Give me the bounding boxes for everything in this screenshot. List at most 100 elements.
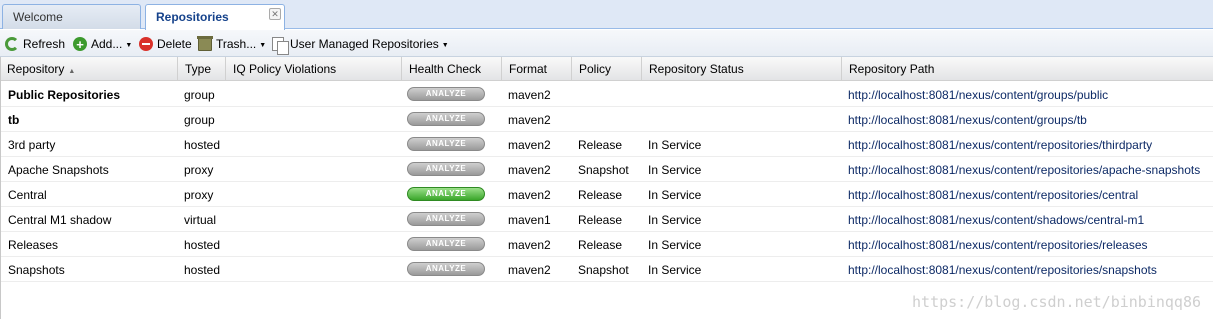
column-header-policy[interactable]: Policy [572, 57, 642, 81]
column-header-type-label: Type [185, 62, 212, 76]
table-row[interactable]: Central M1 shadow virtual ANALYZE maven1… [0, 207, 1213, 232]
repository-path-link[interactable]: http://localhost:8081/nexus/content/repo… [840, 157, 1200, 182]
refresh-button[interactable]: Refresh [5, 34, 65, 54]
repository-name: Snapshots [8, 263, 65, 277]
repository-policy: Release [578, 238, 623, 252]
repository-path-link[interactable]: http://localhost:8081/nexus/content/shad… [840, 207, 1144, 232]
repository-format: maven2 [508, 263, 551, 277]
repository-type: hosted [184, 138, 221, 152]
analyze-button[interactable]: ANALYZE [407, 137, 485, 151]
delete-icon [139, 37, 153, 51]
close-icon[interactable]: ✕ [269, 8, 281, 20]
repository-format: maven2 [508, 188, 551, 202]
repository-policy: Release [578, 188, 623, 202]
table-row[interactable]: Releases hosted ANALYZE maven2 Release I… [0, 232, 1213, 257]
repository-policy: Snapshot [578, 163, 629, 177]
repository-format: maven2 [508, 238, 551, 252]
analyze-button[interactable]: ANALYZE [407, 87, 485, 101]
refresh-icon [5, 37, 19, 51]
tab-welcome[interactable]: Welcome [2, 4, 141, 29]
column-header-health-label: Health Check [409, 62, 482, 76]
toolbar: Refresh + Add... ▼ Delete Trash... ▼ Use… [0, 30, 1213, 57]
column-header-repository-path[interactable]: Repository Path [842, 57, 1213, 81]
pages-icon [272, 37, 289, 55]
repository-type: group [184, 113, 215, 127]
column-header-repository[interactable]: Repository ▲ [0, 57, 178, 81]
grid-left-border [0, 57, 1, 319]
column-header-iq-label: IQ Policy Violations [233, 62, 337, 76]
repository-name: Central [8, 188, 47, 202]
table-row[interactable]: tb group ANALYZE maven2 http://localhost… [0, 107, 1213, 132]
repository-type: proxy [184, 163, 214, 177]
table-row[interactable]: 3rd party hosted ANALYZE maven2 Release … [0, 132, 1213, 157]
repository-path-link[interactable]: http://localhost:8081/nexus/content/repo… [840, 132, 1152, 157]
add-icon: + [73, 37, 87, 52]
analyze-button[interactable]: ANALYZE [407, 162, 485, 176]
repository-format: maven2 [508, 88, 551, 102]
repository-status [640, 107, 648, 132]
column-header-health-check[interactable]: Health Check [402, 57, 502, 81]
column-header-path-label: Repository Path [849, 62, 935, 76]
sort-ascending-icon: ▲ [68, 68, 76, 75]
repository-status: In Service [648, 163, 702, 177]
repository-type: hosted [184, 263, 221, 277]
chevron-down-icon: ▼ [441, 41, 449, 49]
repository-type: proxy [184, 188, 214, 202]
column-header-type[interactable]: Type [178, 57, 226, 81]
repository-policy [570, 107, 578, 132]
column-header-iq-policy-violations[interactable]: IQ Policy Violations [226, 57, 402, 81]
table-row[interactable]: Public Repositories group ANALYZE maven2… [0, 82, 1213, 107]
add-button[interactable]: + Add... ▼ [73, 34, 132, 54]
tab-welcome-label: Welcome [13, 10, 63, 24]
repository-type: group [184, 88, 215, 102]
repository-path-link[interactable]: http://localhost:8081/nexus/content/repo… [840, 182, 1138, 207]
grid-header: Repository ▲ Type IQ Policy Violations He… [0, 57, 1213, 81]
add-label: Add... [91, 37, 123, 51]
repository-type: virtual [184, 213, 217, 227]
repository-path-link[interactable]: http://localhost:8081/nexus/content/repo… [840, 257, 1157, 282]
tab-repositories-label: Repositories [156, 10, 229, 24]
refresh-label: Refresh [23, 37, 66, 51]
analyze-button[interactable]: ANALYZE [407, 212, 485, 226]
repository-name: Apache Snapshots [8, 163, 109, 177]
repository-policy: Release [578, 213, 623, 227]
repository-path-link[interactable]: http://localhost:8081/nexus/content/grou… [840, 82, 1108, 107]
column-header-repository-status[interactable]: Repository Status [642, 57, 842, 81]
trash-button[interactable]: Trash... ▼ [197, 34, 267, 54]
chevron-down-icon: ▼ [259, 41, 267, 49]
column-header-format[interactable]: Format [502, 57, 572, 81]
table-row[interactable]: Apache Snapshots proxy ANALYZE maven2 Sn… [0, 157, 1213, 182]
repository-name: Public Repositories [8, 88, 121, 102]
column-header-status-label: Repository Status [649, 62, 744, 76]
chevron-down-icon: ▼ [125, 41, 133, 49]
watermark: https://blog.csdn.net/binbinqq86 [912, 293, 1201, 311]
user-managed-label: User Managed Repositories [290, 37, 439, 51]
repository-status: In Service [648, 238, 702, 252]
user-managed-repositories-button[interactable]: User Managed Repositories ▼ [272, 34, 449, 55]
table-row[interactable]: Central proxy ANALYZE maven2 Release In … [0, 182, 1213, 207]
trash-label: Trash... [216, 37, 257, 51]
analyze-button[interactable]: ANALYZE [407, 112, 485, 126]
analyze-button[interactable]: ANALYZE [407, 262, 485, 276]
repository-format: maven1 [508, 213, 551, 227]
repository-status: In Service [648, 138, 702, 152]
repository-policy: Release [578, 138, 623, 152]
analyze-button[interactable]: ANALYZE [407, 237, 485, 251]
repository-path-link[interactable]: http://localhost:8081/nexus/content/repo… [840, 232, 1148, 257]
repository-status: In Service [648, 213, 702, 227]
repository-status: In Service [648, 263, 702, 277]
column-header-format-label: Format [509, 62, 548, 76]
tab-bar: Welcome Repositories ✕ [0, 0, 1213, 30]
column-header-repository-label: Repository [7, 62, 65, 76]
trash-icon [197, 36, 213, 51]
delete-button[interactable]: Delete [139, 34, 192, 54]
table-row[interactable]: Snapshots hosted ANALYZE maven2 Snapshot… [0, 257, 1213, 282]
repository-policy [570, 82, 578, 107]
repository-path-link[interactable]: http://localhost:8081/nexus/content/grou… [840, 107, 1087, 132]
repository-name: tb [8, 113, 20, 127]
tab-repositories[interactable]: Repositories ✕ [145, 4, 285, 30]
repository-name: 3rd party [8, 138, 56, 152]
repository-name: Central M1 shadow [8, 213, 112, 227]
analyze-button[interactable]: ANALYZE [407, 187, 485, 201]
repository-status [640, 82, 648, 107]
